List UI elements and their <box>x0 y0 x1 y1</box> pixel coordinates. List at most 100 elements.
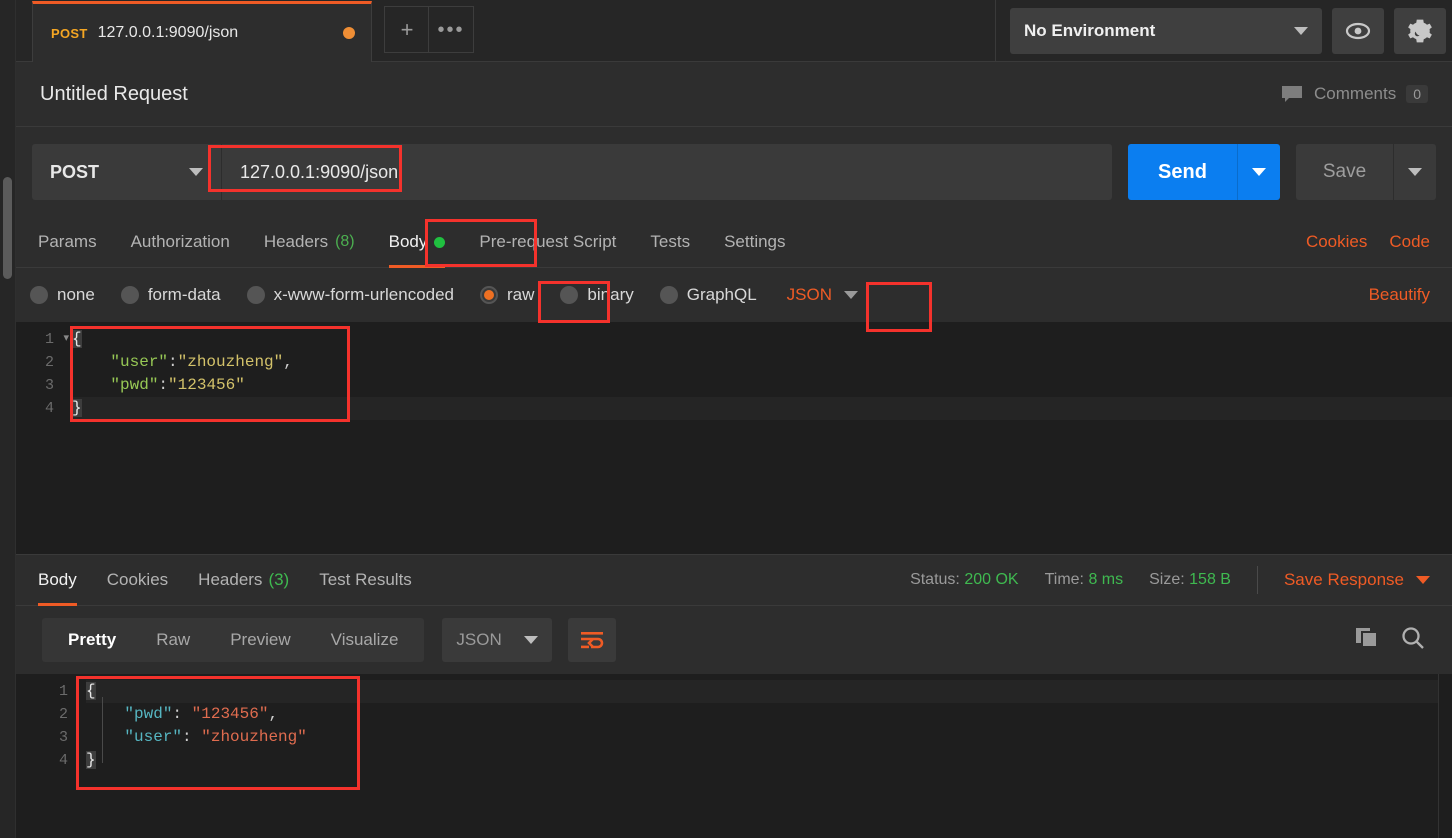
body-type-none[interactable]: none <box>30 285 95 305</box>
chevron-down-icon <box>1416 576 1430 584</box>
resp-code-line-2: "pwd": "123456", <box>86 703 1452 726</box>
tab-authorization-label: Authorization <box>130 232 230 251</box>
open-brace: { <box>86 682 96 700</box>
body-type-binary-label: binary <box>587 285 634 304</box>
word-wrap-button[interactable] <box>568 618 617 662</box>
line-number: 4 <box>58 752 68 769</box>
code-link[interactable]: Code <box>1389 232 1430 252</box>
comments-label: Comments <box>1314 84 1397 103</box>
json-value: "123456" <box>168 376 245 394</box>
request-editor-gutter: 1 2 3 4 <box>16 322 72 554</box>
search-button[interactable] <box>1400 625 1426 656</box>
radio-icon <box>246 286 265 304</box>
url-value: 127.0.0.1:9090/json <box>240 161 399 182</box>
comments-button[interactable]: Comments 0 <box>1280 84 1428 104</box>
copy-button[interactable] <box>1354 626 1380 655</box>
request-code-area[interactable]: { "user":"zhouzheng", "pwd":"123456" } <box>72 322 1452 554</box>
response-tab-test-results[interactable]: Test Results <box>319 554 412 606</box>
code-line-1: { <box>72 328 1452 351</box>
sidebar-scrollbar[interactable] <box>3 177 12 279</box>
tab-tests[interactable]: Tests <box>650 217 690 268</box>
body-type-row: none form-data x-www-form-urlencoded raw… <box>16 268 1452 322</box>
tab-authorization[interactable]: Authorization <box>131 217 230 268</box>
tab-headers[interactable]: Headers (8) <box>264 217 355 268</box>
chevron-down-icon <box>189 168 203 176</box>
body-type-graphql[interactable]: GraphQL <box>659 285 757 305</box>
response-tab-cookies-label: Cookies <box>106 570 169 589</box>
body-format-selector[interactable]: JSON <box>787 285 859 305</box>
request-body-editor[interactable]: 1 2 3 4 { "user":"zhouzheng", "pwd":"123… <box>16 322 1452 554</box>
json-colon: : <box>182 728 192 746</box>
view-preview[interactable]: Preview <box>210 630 310 650</box>
ellipsis-icon: ••• <box>437 18 465 41</box>
response-code-area: { "pwd": "123456", "user": "zhouzheng" } <box>86 674 1452 838</box>
response-toolbar: Pretty Raw Preview Visualize JSON <box>16 606 1452 674</box>
line-number: 2 <box>44 354 54 371</box>
tab-settings-label: Settings <box>724 232 786 251</box>
new-tab-button[interactable]: + <box>384 6 430 53</box>
body-type-urlencoded[interactable]: x-www-form-urlencoded <box>246 285 455 305</box>
line-number: 3 <box>44 377 54 394</box>
line-number: 4 <box>44 400 54 417</box>
response-editor-gutter: 1 2 3 4 <box>16 674 86 838</box>
tab-params[interactable]: Params <box>38 217 97 268</box>
send-options-button[interactable] <box>1238 144 1280 200</box>
http-method-selector[interactable]: POST <box>32 144 222 200</box>
response-tab-headers[interactable]: Headers (3) <box>198 554 289 606</box>
body-type-form-data[interactable]: form-data <box>120 285 221 305</box>
response-scrollbar-track[interactable] <box>1438 674 1452 838</box>
radio-icon <box>560 286 579 304</box>
request-tab-links: Cookies Code <box>1306 232 1430 252</box>
line-number: 1 <box>58 683 68 700</box>
resp-code-line-1: { <box>86 680 1452 703</box>
settings-button[interactable] <box>1394 7 1446 54</box>
body-type-binary[interactable]: binary <box>560 285 634 305</box>
json-value: "zhouzheng" <box>177 353 284 371</box>
body-type-urlencoded-label: x-www-form-urlencoded <box>273 285 455 304</box>
view-pretty[interactable]: Pretty <box>48 630 136 650</box>
url-input[interactable]: 127.0.0.1:9090/json <box>222 144 1112 200</box>
send-button[interactable]: Send <box>1128 144 1238 200</box>
environment-area: No Environment <box>995 0 1452 61</box>
tab-options-button[interactable]: ••• <box>428 6 474 53</box>
response-body-viewer[interactable]: 1 2 3 4 { "pwd": "123456", "user": "zhou… <box>16 674 1452 838</box>
comment-icon <box>1282 86 1303 102</box>
save-options-button[interactable] <box>1394 144 1436 200</box>
resp-code-line-4: } <box>86 749 1452 772</box>
json-key: "pwd" <box>110 376 159 394</box>
line-number: 3 <box>58 729 68 746</box>
request-tab[interactable]: POST 127.0.0.1:9090/json <box>32 1 372 62</box>
save-response-button[interactable]: Save Response <box>1284 570 1430 590</box>
unsaved-changes-dot <box>343 27 355 39</box>
open-brace: { <box>72 330 82 348</box>
environment-name: No Environment <box>1024 20 1156 40</box>
environment-selector[interactable]: No Environment <box>1010 7 1322 54</box>
line-number: 1 <box>16 328 72 351</box>
beautify-button[interactable]: Beautify <box>1369 285 1438 305</box>
beautify-label: Beautify <box>1368 285 1430 304</box>
cookies-link[interactable]: Cookies <box>1306 232 1367 252</box>
plus-icon: + <box>400 16 414 42</box>
tab-params-label: Params <box>38 232 97 251</box>
view-raw[interactable]: Raw <box>136 630 210 650</box>
response-format-selector[interactable]: JSON <box>442 618 553 662</box>
save-button[interactable]: Save <box>1296 144 1394 200</box>
tab-pre-request-script-label: Pre-request Script <box>479 232 617 251</box>
json-value: "123456" <box>191 705 269 723</box>
response-meta: Status: 200 OK Time: 8 ms Size: 158 B Sa… <box>910 566 1430 594</box>
word-wrap-icon <box>581 632 604 649</box>
tab-body[interactable]: Body <box>388 217 446 268</box>
time-item: Time: 8 ms <box>1045 571 1124 589</box>
save-label: Save <box>1322 161 1367 182</box>
body-type-raw[interactable]: raw <box>480 285 534 305</box>
environment-quick-look-button[interactable] <box>1332 7 1384 54</box>
chevron-down-icon <box>1408 168 1422 176</box>
response-tab-cookies[interactable]: Cookies <box>107 554 168 606</box>
tab-settings[interactable]: Settings <box>724 217 785 268</box>
tab-pre-request-script[interactable]: Pre-request Script <box>479 217 616 268</box>
chevron-down-icon <box>844 291 859 299</box>
view-visualize[interactable]: Visualize <box>311 630 419 650</box>
code-line-4: } <box>72 397 1452 420</box>
send-label: Send <box>1158 160 1207 183</box>
response-tab-body[interactable]: Body <box>38 554 77 606</box>
